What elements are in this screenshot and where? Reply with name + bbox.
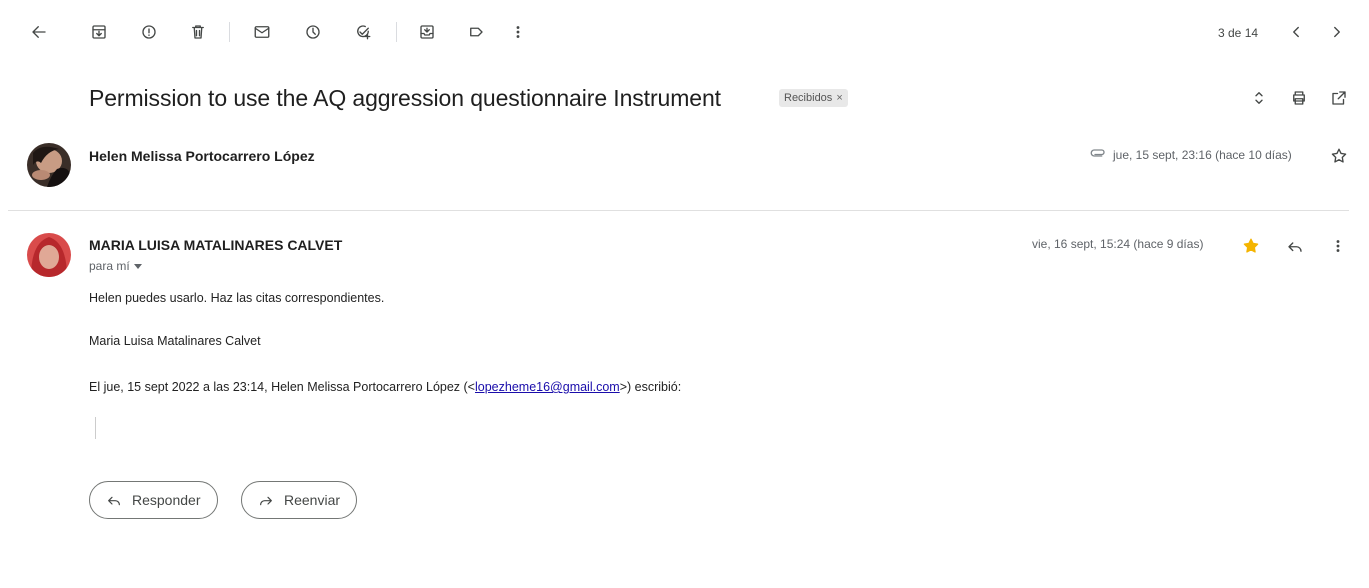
forward-button-label: Reenviar [284, 492, 341, 508]
report-spam-icon[interactable] [137, 20, 161, 44]
recipient-label: para mí [89, 259, 130, 273]
thread-counter: 3 de 14 [1218, 26, 1259, 40]
avatar[interactable] [27, 143, 71, 187]
forward-icon [260, 496, 272, 506]
chevron-down-icon[interactable] [133, 264, 142, 269]
more-vert-icon[interactable] [506, 20, 530, 44]
message-date: jue, 15 sept, 23:16 (hace 10 días) [1113, 148, 1292, 162]
quote-header-prefix: El jue, 15 sept 2022 a las 23:14, Helen … [89, 380, 475, 394]
add-task-icon[interactable] [351, 20, 375, 44]
back-arrow-icon[interactable] [27, 20, 51, 44]
toolbar-divider [229, 22, 230, 42]
sender-name[interactable]: MARIA LUISA MATALINARES CALVET [89, 237, 342, 253]
recipient-details[interactable]: para mí [89, 259, 142, 273]
label-chip-inbox[interactable]: Recibidos × [779, 89, 848, 107]
label-chip-text: Recibidos [784, 92, 833, 104]
quoted-text-bar [95, 417, 96, 439]
forward-button[interactable]: Reenviar [241, 481, 358, 519]
avatar[interactable] [27, 233, 71, 277]
reply-button-label: Responder [132, 492, 201, 508]
remove-label-icon[interactable]: × [836, 92, 842, 104]
message-date: vie, 16 sept, 15:24 (hace 9 días) [1032, 237, 1204, 251]
message-divider [8, 210, 1349, 211]
move-to-icon[interactable] [415, 20, 439, 44]
delete-icon[interactable] [186, 20, 210, 44]
email-link[interactable]: lopezheme16@gmail.com [475, 380, 620, 394]
star-icon[interactable] [1327, 144, 1351, 168]
message-signature: Maria Luisa Matalinares Calvet [89, 334, 261, 348]
print-icon[interactable] [1287, 86, 1311, 110]
quote-header-suffix: >) escribió: [619, 380, 682, 394]
mark-unread-icon[interactable] [250, 20, 274, 44]
message-body-line: Helen puedes usarlo. Haz las citas corre… [89, 291, 385, 305]
newer-icon[interactable] [1284, 20, 1308, 44]
attachment-icon [1086, 141, 1110, 165]
more-vert-icon[interactable] [1326, 234, 1350, 258]
expand-all-icon[interactable] [1247, 86, 1271, 110]
reply-icon[interactable] [1283, 234, 1307, 258]
reply-button[interactable]: Responder [89, 481, 218, 519]
open-new-window-icon[interactable] [1327, 86, 1351, 110]
quote-header: El jue, 15 sept 2022 a las 23:14, Helen … [89, 380, 681, 394]
archive-icon[interactable] [87, 20, 111, 44]
toolbar-divider [396, 22, 397, 42]
email-subject: Permission to use the AQ aggression ques… [89, 85, 721, 111]
snooze-icon[interactable] [301, 20, 325, 44]
older-icon[interactable] [1325, 20, 1349, 44]
sender-name[interactable]: Helen Melissa Portocarrero López [89, 148, 315, 164]
labels-icon[interactable] [464, 20, 488, 44]
reply-icon [108, 496, 120, 506]
star-filled-icon[interactable] [1239, 234, 1263, 258]
